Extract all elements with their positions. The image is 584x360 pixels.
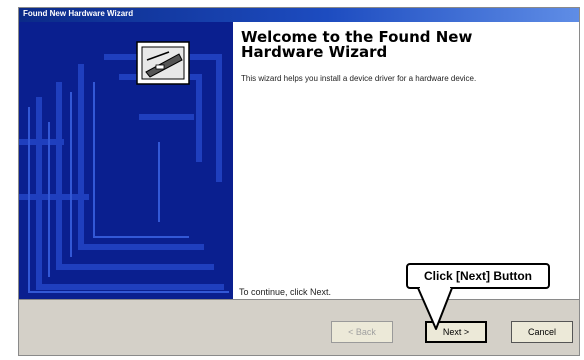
side-panel-graphic <box>19 22 233 299</box>
wizard-heading: Welcome to the Found New Hardware Wizard <box>241 28 473 61</box>
wizard-description: This wizard helps you install a device d… <box>241 74 477 83</box>
cancel-button[interactable]: Cancel <box>511 321 573 343</box>
back-button[interactable]: < Back <box>331 321 393 343</box>
continue-instruction: To continue, click Next. <box>239 287 332 297</box>
title-bar[interactable]: Found New Hardware Wizard <box>19 8 579 22</box>
wizard-side-panel <box>19 22 233 299</box>
hardware-device-icon <box>136 41 190 85</box>
window-title: Found New Hardware Wizard <box>23 9 134 18</box>
next-button-callout: Click [Next] Button <box>406 263 550 289</box>
wizard-window: Found New Hardware Wizard Welcome to the… <box>18 7 580 356</box>
next-button[interactable]: Next > <box>425 321 487 343</box>
wizard-content: Welcome to the Found New Hardware Wizard… <box>233 22 579 299</box>
wizard-footer: < Back Next > Cancel <box>19 299 579 355</box>
